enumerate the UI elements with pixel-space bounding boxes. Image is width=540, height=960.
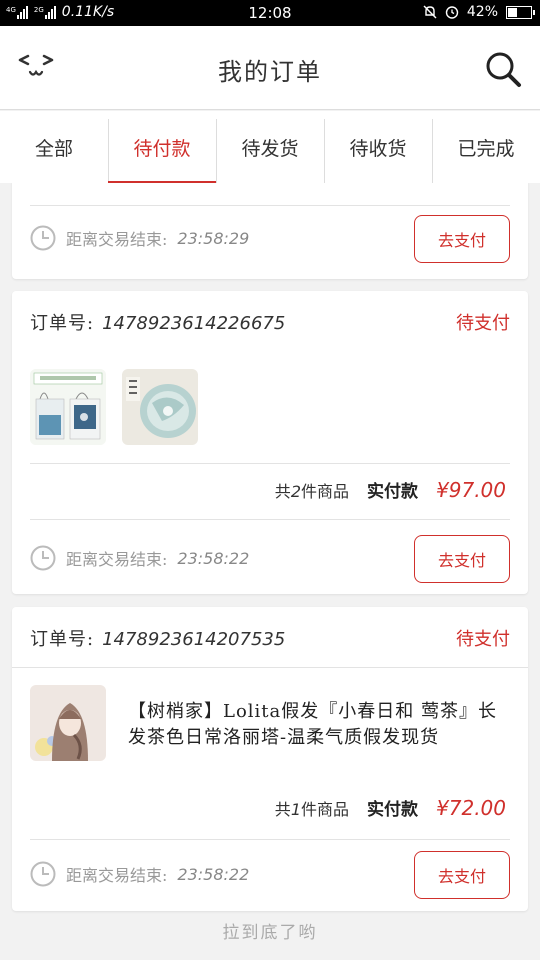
item-count: 共1件商品 <box>274 800 350 819</box>
paid-label: 实付款 <box>367 800 419 820</box>
divider <box>30 463 510 464</box>
divider <box>30 839 510 840</box>
tote-bag-product-image[interactable] <box>30 369 106 445</box>
order-card[interactable]: 订单号: 1478923614207535 待支付 【树梢家】Lolita假发『小… <box>12 607 528 911</box>
countdown-value: 23:58:29 <box>177 228 250 248</box>
countdown-label: 距离交易结束: <box>66 866 168 885</box>
divider <box>12 667 528 668</box>
mute-icon <box>423 5 437 19</box>
tea-plate-product-image[interactable] <box>122 369 198 445</box>
divider <box>30 205 510 206</box>
clock-icon <box>30 225 56 251</box>
wig-product-image[interactable] <box>30 685 106 761</box>
clock-icon <box>30 861 56 887</box>
item-count: 共2件商品 <box>274 482 350 501</box>
order-summary: 共2件商品 实付款 ¥97.00 <box>275 477 506 502</box>
app-header: 我的订单 <box>0 26 540 110</box>
tab-all[interactable]: 全部 <box>0 111 108 183</box>
countdown: 距离交易结束: 23:58:22 <box>30 861 249 887</box>
order-list[interactable]: 距离交易结束: 23:58:29 去支付 订单号: 147892361422667… <box>0 183 540 960</box>
order-tabs: 全部 待付款 待发货 待收货 已完成 <box>0 111 540 183</box>
tab-pending-shipment[interactable]: 待发货 <box>216 111 324 183</box>
paid-label: 实付款 <box>367 482 419 502</box>
order-number-value: 1478923614207535 <box>102 629 286 650</box>
status-bar: 4G 2G 0.11K/s 12:08 42% <box>0 0 540 26</box>
order-summary: 共1件商品 实付款 ¥72.00 <box>275 795 506 820</box>
order-status: 待支付 <box>456 629 510 650</box>
order-number-label: 订单号: <box>30 629 95 650</box>
battery-icon <box>506 5 535 19</box>
countdown-label: 距离交易结束: <box>66 230 168 249</box>
alarm-icon <box>445 6 459 19</box>
pay-button[interactable]: 去支付 <box>414 215 510 263</box>
paid-amount: ¥72.00 <box>436 796 506 820</box>
order-card: 距离交易结束: 23:58:29 去支付 <box>12 183 528 279</box>
order-status: 待支付 <box>456 313 510 334</box>
countdown-value: 23:58:22 <box>177 864 250 884</box>
order-number: 订单号: 1478923614207535 <box>30 625 285 651</box>
page-title: 我的订单 <box>218 58 322 86</box>
tab-completed[interactable]: 已完成 <box>432 111 540 183</box>
order-card[interactable]: 订单号: 1478923614226675 待支付 共2件商品 实付款 ¥97.… <box>12 291 528 594</box>
search-icon[interactable] <box>484 50 522 88</box>
end-of-list-text: 拉到底了哟 <box>222 923 318 943</box>
order-number-value: 1478923614226675 <box>102 313 286 334</box>
tab-pending-payment[interactable]: 待付款 <box>108 111 216 183</box>
paid-amount: ¥97.00 <box>436 478 506 502</box>
pay-button[interactable]: 去支付 <box>414 535 510 583</box>
tab-pending-receipt[interactable]: 待收货 <box>324 111 432 183</box>
order-number: 订单号: 1478923614226675 <box>30 309 285 335</box>
divider <box>30 519 510 520</box>
pay-button[interactable]: 去支付 <box>414 851 510 899</box>
order-number-label: 订单号: <box>30 313 95 334</box>
countdown: 距离交易结束: 23:58:22 <box>30 545 249 571</box>
countdown: 距离交易结束: 23:58:29 <box>30 225 249 251</box>
clock-icon <box>30 545 56 571</box>
countdown-value: 23:58:22 <box>177 548 250 568</box>
battery-percent: 42% <box>466 4 498 20</box>
product-title[interactable]: 【树梢家】Lolita假发『小春日和 莺茶』长发茶色日常洛丽塔-温柔气质假发现货 <box>128 699 498 751</box>
countdown-label: 距离交易结束: <box>66 550 168 569</box>
